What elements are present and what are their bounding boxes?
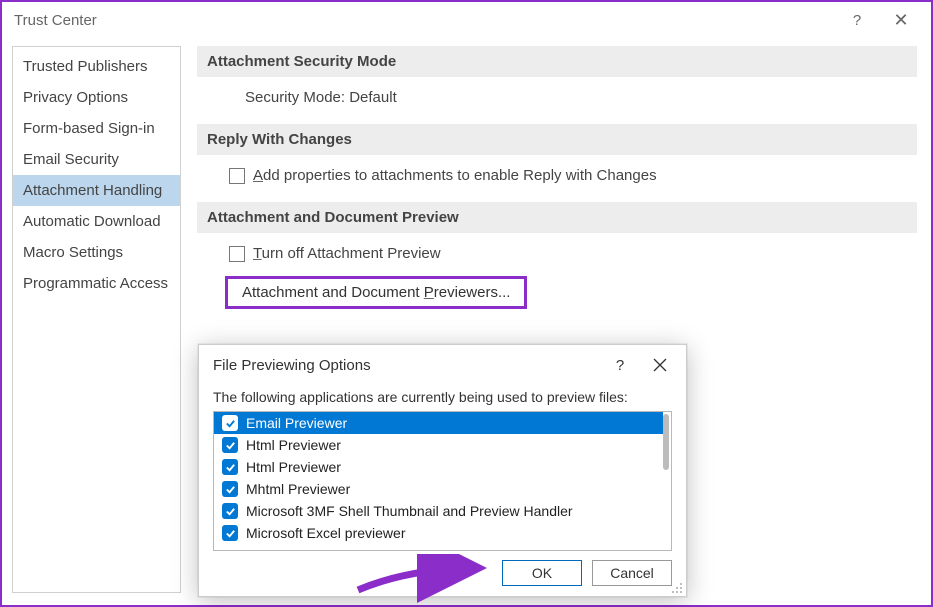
scrollbar-thumb[interactable]: [663, 414, 669, 470]
attachment-previewers-button[interactable]: Attachment and Document Previewers...: [225, 276, 527, 309]
list-item[interactable]: Email Previewer: [214, 412, 663, 434]
file-previewing-options-dialog: File Previewing Options ? The following …: [198, 344, 687, 597]
sidebar-item-email-security[interactable]: Email Security: [13, 144, 180, 175]
list-item[interactable]: Microsoft 3MF Shell Thumbnail and Previe…: [214, 500, 663, 522]
sidebar: Trusted Publishers Privacy Options Form-…: [12, 46, 181, 593]
dialog-caption: The following applications are currently…: [213, 389, 672, 405]
checkmark-icon: [222, 503, 238, 519]
list-item-label: Microsoft 3MF Shell Thumbnail and Previe…: [246, 503, 573, 519]
close-button[interactable]: ✕: [879, 5, 923, 35]
dialog-title: File Previewing Options: [213, 357, 600, 374]
list-item-label: Html Previewer: [246, 459, 341, 475]
sidebar-item-form-signin[interactable]: Form-based Sign-in: [13, 113, 180, 144]
list-item-label: Mhtml Previewer: [246, 481, 350, 497]
section-header-attachment-preview: Attachment and Document Preview: [197, 202, 917, 233]
cancel-button[interactable]: Cancel: [592, 560, 672, 586]
checkbox-turn-off-preview[interactable]: Turn off Attachment Preview: [229, 245, 917, 262]
dialog-close-button[interactable]: [640, 349, 680, 381]
help-button[interactable]: ?: [835, 5, 879, 35]
checkbox-add-properties-label: Add properties to attachments to enable …: [253, 167, 657, 184]
checkbox-box-icon: [229, 246, 245, 262]
resize-grip-icon[interactable]: [671, 581, 683, 593]
sidebar-item-privacy-options[interactable]: Privacy Options: [13, 82, 180, 113]
list-item[interactable]: Microsoft Excel previewer: [214, 522, 663, 544]
titlebar: Trust Center ? ✕: [2, 2, 931, 38]
checkmark-icon: [222, 415, 238, 431]
sidebar-item-attachment-handling[interactable]: Attachment Handling: [13, 175, 180, 206]
list-item[interactable]: Mhtml Previewer: [214, 478, 663, 500]
sidebar-item-programmatic-access[interactable]: Programmatic Access: [13, 268, 180, 299]
checkbox-turn-off-preview-label: Turn off Attachment Preview: [253, 245, 441, 262]
window-title: Trust Center: [14, 12, 835, 29]
sidebar-item-trusted-publishers[interactable]: Trusted Publishers: [13, 51, 180, 82]
checkbox-box-icon: [229, 168, 245, 184]
checkmark-icon: [222, 459, 238, 475]
list-item-label: Html Previewer: [246, 437, 341, 453]
ok-button[interactable]: OK: [502, 560, 582, 586]
dialog-help-button[interactable]: ?: [600, 349, 640, 381]
section-header-reply-changes: Reply With Changes: [197, 124, 917, 155]
sidebar-item-automatic-download[interactable]: Automatic Download: [13, 206, 180, 237]
sidebar-item-macro-settings[interactable]: Macro Settings: [13, 237, 180, 268]
list-item-label: Microsoft Excel previewer: [246, 525, 406, 541]
checkbox-add-properties[interactable]: Add properties to attachments to enable …: [229, 167, 917, 184]
security-mode-value: Security Mode: Default: [197, 89, 917, 124]
section-header-security-mode: Attachment Security Mode: [197, 46, 917, 77]
checkmark-icon: [222, 525, 238, 541]
list-item-label: Email Previewer: [246, 415, 347, 431]
previewer-list[interactable]: Email Previewer Html Previewer Html Prev…: [213, 411, 672, 551]
dialog-titlebar: File Previewing Options ?: [199, 345, 686, 385]
list-item[interactable]: Html Previewer: [214, 434, 663, 456]
checkmark-icon: [222, 437, 238, 453]
checkmark-icon: [222, 481, 238, 497]
list-item[interactable]: Html Previewer: [214, 456, 663, 478]
